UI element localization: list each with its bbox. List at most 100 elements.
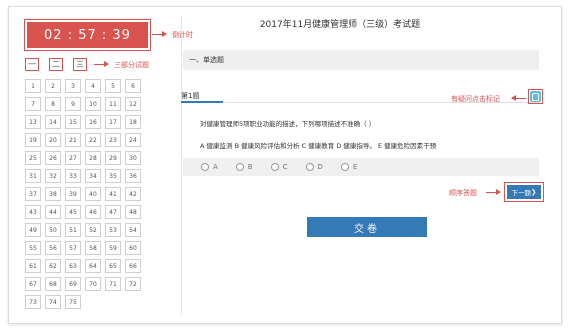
question-number-cell[interactable]: 1: [25, 79, 41, 93]
question-number-cell[interactable]: 30: [125, 151, 141, 165]
question-number-cell[interactable]: 59: [105, 241, 121, 255]
question-number-grid: 1 2 3 4 5 6 7 8 9 10 11 12 13 14 15 16 17 18 19 20 21 22 23 24 2…: [25, 79, 155, 309]
bookmark-icon: [530, 91, 541, 102]
question-number-cell[interactable]: 16: [85, 115, 101, 129]
question-number-cell[interactable]: 41: [105, 187, 121, 201]
choice-a[interactable]: A: [201, 163, 218, 171]
question-number-cell[interactable]: 58: [85, 241, 101, 255]
part-1-button[interactable]: 一: [25, 58, 39, 71]
question-number-cell[interactable]: 53: [105, 223, 121, 237]
section-header: 一、单选题: [183, 50, 539, 70]
question-number-cell[interactable]: 73: [25, 295, 41, 309]
mark-question-button[interactable]: [528, 89, 543, 104]
question-number-cell[interactable]: 66: [125, 259, 141, 273]
question-number-cell[interactable]: 72: [125, 277, 141, 291]
question-underline-active: [181, 101, 223, 103]
question-number-cell[interactable]: 11: [105, 97, 121, 111]
question-number-cell[interactable]: 49: [25, 223, 41, 237]
question-number-cell[interactable]: 12: [125, 97, 141, 111]
question-number-cell[interactable]: 19: [25, 133, 41, 147]
question-number-cell[interactable]: 44: [45, 205, 61, 219]
question-number-cell[interactable]: 39: [65, 187, 81, 201]
radio-icon: [270, 163, 279, 171]
question-number-cell[interactable]: 6: [125, 79, 141, 93]
mark-arrow-icon: [511, 95, 526, 101]
question-number-cell[interactable]: 4: [85, 79, 101, 93]
question-number-cell[interactable]: 34: [85, 169, 101, 183]
question-number-cell[interactable]: 17: [105, 115, 121, 129]
question-number-cell[interactable]: 69: [65, 277, 81, 291]
question-number-cell[interactable]: 75: [65, 295, 81, 309]
question-number-cell[interactable]: 46: [85, 205, 101, 219]
next-annotation: 顺序答题: [449, 189, 477, 197]
question-number-cell[interactable]: 50: [45, 223, 61, 237]
choice-e[interactable]: E: [340, 163, 357, 171]
question-number-cell[interactable]: 24: [125, 133, 141, 147]
part-3-button[interactable]: 三: [73, 58, 87, 71]
question-number-cell[interactable]: 7: [25, 97, 41, 111]
choice-b[interactable]: B: [235, 163, 253, 171]
question-number-cell[interactable]: 32: [45, 169, 61, 183]
question-number-cell[interactable]: 18: [125, 115, 141, 129]
question-number-cell[interactable]: 31: [25, 169, 41, 183]
part-2-button[interactable]: 二: [49, 58, 63, 71]
question-number-cell[interactable]: 38: [45, 187, 61, 201]
question-number-cell[interactable]: 10: [85, 97, 101, 111]
question-number-cell[interactable]: 74: [45, 295, 61, 309]
question-number-cell[interactable]: 47: [105, 205, 121, 219]
mark-annotation: 有疑问点击标记: [451, 95, 500, 103]
answer-choices: A B C D E: [183, 158, 539, 176]
question-number-cell[interactable]: 28: [85, 151, 101, 165]
question-number-cell[interactable]: 70: [85, 277, 101, 291]
parts-annotation: 三部分试题: [114, 61, 149, 69]
question-number-cell[interactable]: 8: [45, 97, 61, 111]
question-number-cell[interactable]: 48: [125, 205, 141, 219]
question-number-cell[interactable]: 36: [125, 169, 141, 183]
question-number-cell[interactable]: 35: [105, 169, 121, 183]
question-number-cell[interactable]: 20: [45, 133, 61, 147]
question-number-cell[interactable]: 45: [65, 205, 81, 219]
question-number-cell[interactable]: 2: [45, 79, 61, 93]
question-number-cell[interactable]: 57: [65, 241, 81, 255]
question-number-cell[interactable]: 65: [105, 259, 121, 273]
question-number-cell[interactable]: 37: [25, 187, 41, 201]
question-number-cell[interactable]: 55: [25, 241, 41, 255]
radio-icon: [235, 163, 244, 171]
question-number-cell[interactable]: 25: [25, 151, 41, 165]
question-number-cell[interactable]: 56: [45, 241, 61, 255]
choice-c[interactable]: C: [270, 163, 288, 171]
question-number-cell[interactable]: 52: [85, 223, 101, 237]
question-number-cell[interactable]: 33: [65, 169, 81, 183]
question-number-cell[interactable]: 61: [25, 259, 41, 273]
question-number-cell[interactable]: 63: [65, 259, 81, 273]
question-number-cell[interactable]: 15: [65, 115, 81, 129]
next-question-button[interactable]: 下一题 ❯: [507, 185, 541, 199]
next-highlight: 下一题 ❯: [504, 182, 544, 202]
question-number-cell[interactable]: 62: [45, 259, 61, 273]
question-number-cell[interactable]: 23: [105, 133, 121, 147]
question-number-cell[interactable]: 5: [105, 79, 121, 93]
radio-icon: [305, 163, 314, 171]
left-panel: 02 : 57 : 39 一 二 三 1 2 3 4 5 6 7 8 9 10 11 12 13 14 15…: [9, 7, 179, 323]
question-number-cell[interactable]: 71: [105, 277, 121, 291]
question-number-cell[interactable]: 22: [85, 133, 101, 147]
choice-d[interactable]: D: [305, 163, 323, 171]
question-number-cell[interactable]: 64: [85, 259, 101, 273]
question-number-cell[interactable]: 21: [65, 133, 81, 147]
question-number-cell[interactable]: 3: [65, 79, 81, 93]
question-number-cell[interactable]: 60: [125, 241, 141, 255]
question-number-cell[interactable]: 42: [125, 187, 141, 201]
question-number-cell[interactable]: 29: [105, 151, 121, 165]
question-number-cell[interactable]: 9: [65, 97, 81, 111]
question-number-cell[interactable]: 51: [65, 223, 81, 237]
question-number-cell[interactable]: 43: [25, 205, 41, 219]
question-number-cell[interactable]: 54: [125, 223, 141, 237]
question-number-cell[interactable]: 14: [45, 115, 61, 129]
question-number-cell[interactable]: 27: [65, 151, 81, 165]
question-number-cell[interactable]: 40: [85, 187, 101, 201]
question-number-cell[interactable]: 13: [25, 115, 41, 129]
submit-exam-button[interactable]: 交卷: [307, 217, 427, 237]
question-number-cell[interactable]: 67: [25, 277, 41, 291]
question-number-cell[interactable]: 26: [45, 151, 61, 165]
question-number-cell[interactable]: 68: [45, 277, 61, 291]
